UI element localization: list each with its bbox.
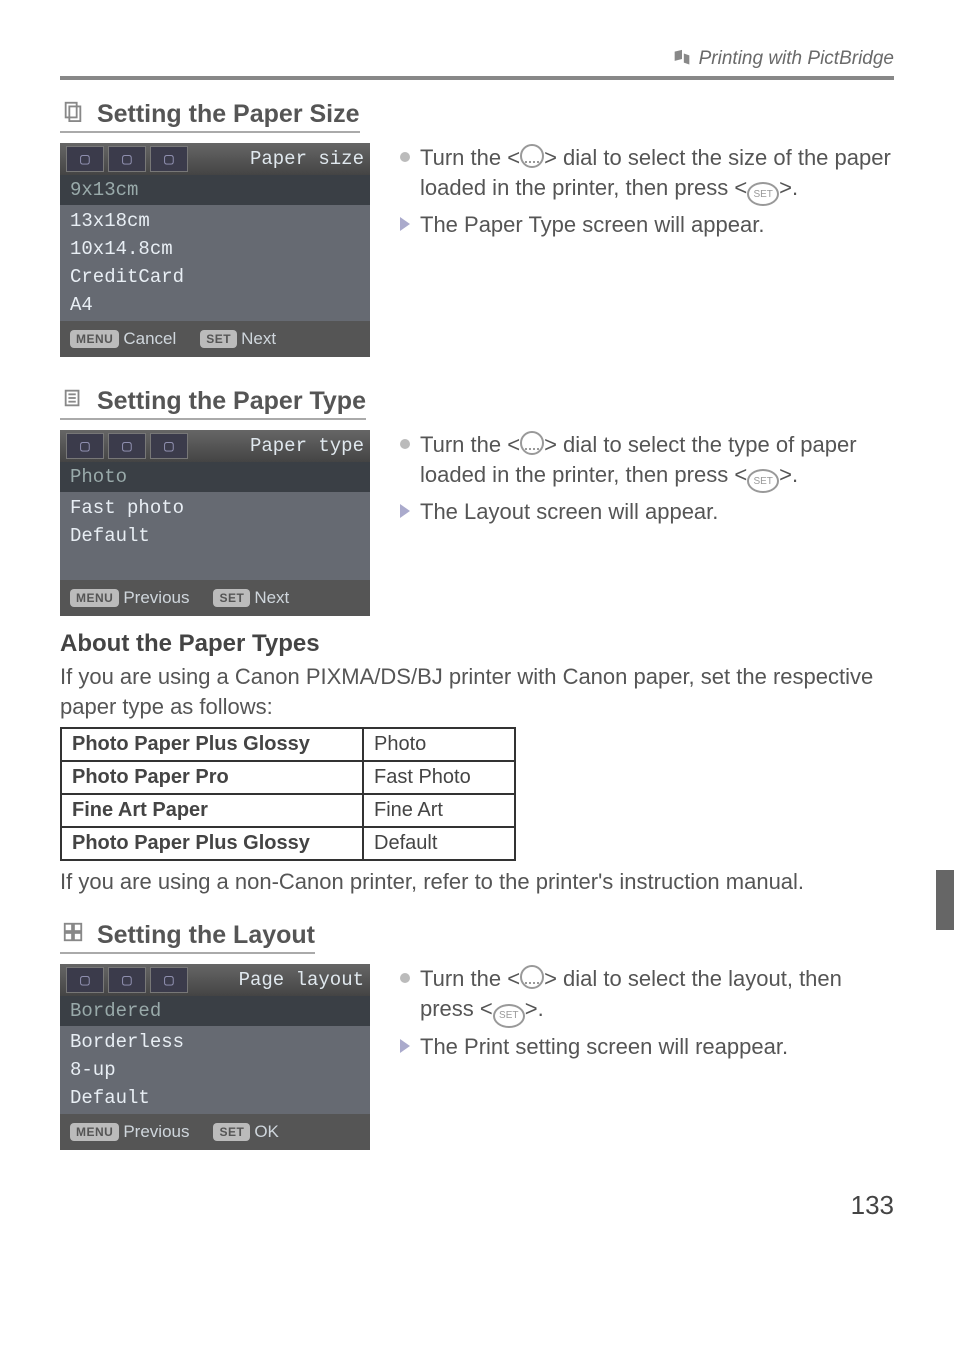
page-layout-panel: ▢ ▢ ▢ Page layout Bordered Borderless 8-… <box>60 964 370 1150</box>
about-outro: If you are using a non-Canon printer, re… <box>60 867 894 897</box>
list-item[interactable]: CreditCard <box>60 263 370 291</box>
table-row: Photo Paper Plus GlossyPhoto <box>61 728 515 761</box>
pictbridge-icon <box>671 48 693 70</box>
tab-icon: ▢ <box>66 146 104 172</box>
list-item[interactable]: Default <box>60 1084 370 1112</box>
tab-icon: ▢ <box>108 967 146 993</box>
table-row: Photo Paper ProFast Photo <box>61 761 515 794</box>
tab-icon: ▢ <box>150 146 188 172</box>
triangle-icon <box>400 217 410 231</box>
instruction-text: Turn the <> dial to select the size of t… <box>400 143 894 206</box>
paper-type-panel: ▢ ▢ ▢ Paper type Photo Fast photo Defaul… <box>60 430 370 616</box>
cancel-button[interactable]: MENU Cancel <box>70 329 176 349</box>
previous-button[interactable]: MENU Previous <box>70 588 189 608</box>
instruction-text: Turn the <> dial to select the layout, t… <box>400 964 894 1027</box>
next-button[interactable]: SET Next <box>200 329 276 349</box>
list-item[interactable]: 8-up <box>60 1056 370 1084</box>
section-paper-type-heading: Setting the Paper Type <box>60 387 366 420</box>
list-item-selected[interactable]: Photo <box>60 462 370 492</box>
set-button-icon: SET <box>747 469 779 493</box>
bullet-dot-icon <box>400 973 410 983</box>
previous-button[interactable]: MENU Previous <box>70 1122 189 1142</box>
list-item[interactable]: A4 <box>60 291 370 319</box>
dial-icon <box>520 431 544 455</box>
tab-icon: ▢ <box>150 967 188 993</box>
next-button[interactable]: SET Next <box>213 588 289 608</box>
tab-icon: ▢ <box>108 146 146 172</box>
list-item[interactable]: Default <box>60 522 370 550</box>
table-row: Fine Art PaperFine Art <box>61 794 515 827</box>
instruction-text: Turn the <> dial to select the type of p… <box>400 430 894 493</box>
panel-title: Paper type <box>250 435 364 457</box>
breadcrumb: Printing with PictBridge <box>60 0 894 80</box>
page-number: 133 <box>60 1190 894 1221</box>
list-item <box>60 550 370 578</box>
list-item[interactable]: 13x18cm <box>60 207 370 235</box>
panel-title: Page layout <box>239 969 364 991</box>
breadcrumb-text: Printing with PictBridge <box>699 48 894 70</box>
paper-size-panel: ▢ ▢ ▢ Paper size 9x13cm 13x18cm 10x14.8c… <box>60 143 370 357</box>
list-item-selected[interactable]: 9x13cm <box>60 175 370 205</box>
section-layout-heading: Setting the Layout <box>60 921 315 954</box>
bullet-dot-icon <box>400 152 410 162</box>
list-item[interactable]: 10x14.8cm <box>60 235 370 263</box>
paper-size-icon <box>62 100 84 122</box>
section-paper-size-heading: Setting the Paper Size <box>60 100 360 133</box>
paper-type-icon <box>62 387 84 409</box>
panel-title: Paper size <box>250 148 364 170</box>
bullet-dot-icon <box>400 439 410 449</box>
dial-icon <box>520 965 544 989</box>
instruction-text: The Print setting screen will reappear. <box>400 1032 894 1062</box>
paper-type-table: Photo Paper Plus GlossyPhoto Photo Paper… <box>60 727 516 861</box>
dial-icon <box>520 144 544 168</box>
tab-icon: ▢ <box>108 433 146 459</box>
tab-icon: ▢ <box>66 433 104 459</box>
triangle-icon <box>400 504 410 518</box>
about-intro: If you are using a Canon PIXMA/DS/BJ pri… <box>60 662 894 721</box>
list-item[interactable]: Fast photo <box>60 494 370 522</box>
instruction-text: The Paper Type screen will appear. <box>400 210 894 240</box>
list-item-selected[interactable]: Bordered <box>60 996 370 1026</box>
set-button-icon: SET <box>747 182 779 206</box>
tab-icon: ▢ <box>66 967 104 993</box>
list-item[interactable]: Borderless <box>60 1028 370 1056</box>
set-button-icon: SET <box>493 1004 525 1028</box>
about-heading: About the Paper Types <box>60 630 894 658</box>
triangle-icon <box>400 1039 410 1053</box>
tab-icon: ▢ <box>150 433 188 459</box>
table-row: Photo Paper Plus GlossyDefault <box>61 827 515 860</box>
layout-icon <box>62 921 84 943</box>
instruction-text: The Layout screen will appear. <box>400 497 894 527</box>
page-edge-tab <box>936 870 954 930</box>
ok-button[interactable]: SET OK <box>213 1122 278 1142</box>
